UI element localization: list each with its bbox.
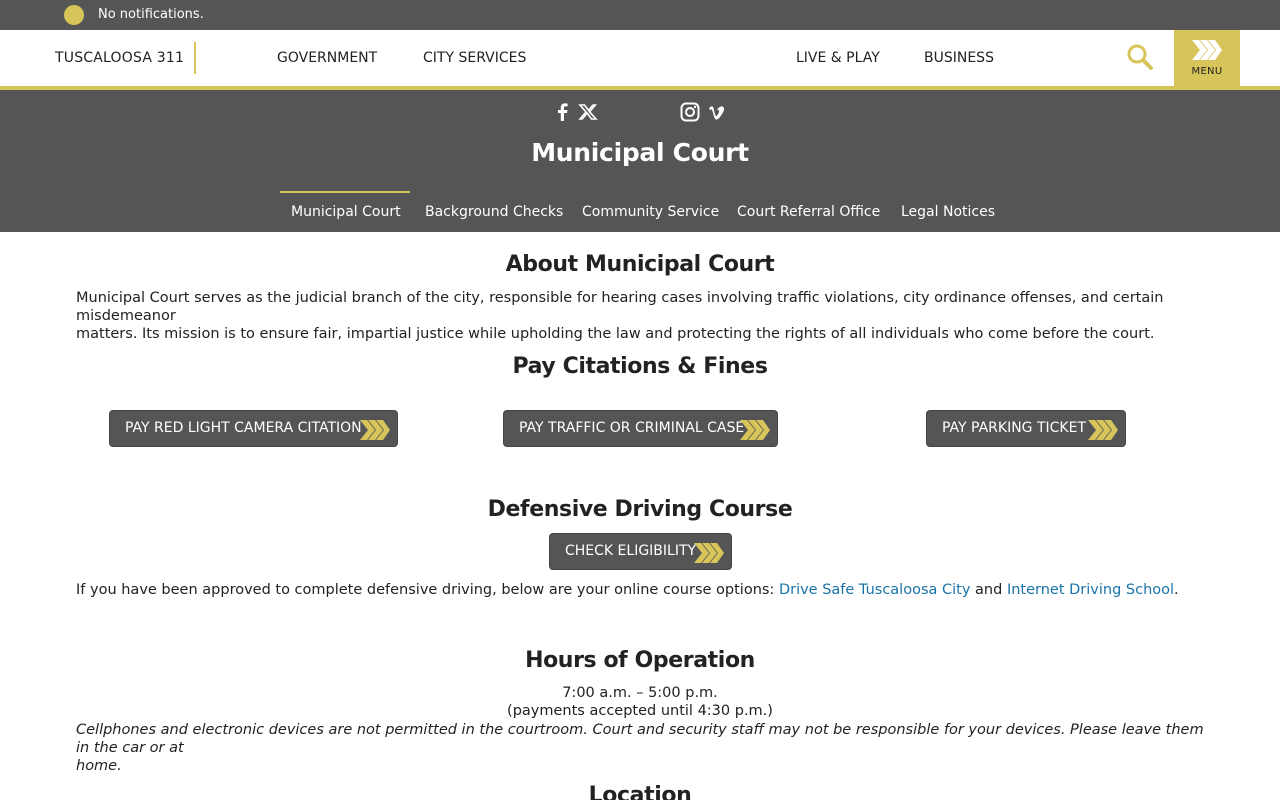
search-icon[interactable] [1126,42,1154,72]
about-line-2: matters. Its mission is to ensure fair, … [76,326,1155,342]
chevrons-icon [740,420,770,444]
menu-label: MENU [1191,66,1223,77]
defensive-period: . [1174,582,1179,598]
chevrons-icon [1088,420,1118,444]
notification-bar: No notifications. [0,0,1280,30]
chevrons-icon [694,543,724,567]
defensive-heading: Defensive Driving Course [487,497,793,522]
brand-link[interactable]: TUSCALOOSA 311 [55,50,184,66]
internet-driving-school-link[interactable]: Internet Driving School [1007,582,1174,598]
menu-button[interactable]: MENU [1174,30,1240,88]
defensive-text: If you have been approved to complete de… [76,582,779,598]
about-paragraph: Municipal Court serves as the judicial b… [76,289,1206,343]
nav-city-services[interactable]: CITY SERVICES [423,50,526,66]
notification-text: No notifications. [98,7,204,22]
subnav-legal-notices[interactable]: Legal Notices [901,204,995,220]
instagram-icon[interactable] [680,102,700,122]
pay-parking-button[interactable]: PAY PARKING TICKET [926,410,1126,447]
subnav-background-checks[interactable]: Background Checks [425,204,563,220]
page-title: Municipal Court [531,138,749,167]
nav-live-play[interactable]: LIVE & PLAY [796,50,880,66]
menu-chevrons-icon [1192,40,1222,64]
subnav-court-referral-office[interactable]: Court Referral Office [737,204,880,220]
nav-government[interactable]: GOVERNMENT [277,50,377,66]
subnav-active-indicator [280,191,410,193]
brand-divider [194,42,196,74]
defensive-paragraph: If you have been approved to complete de… [76,581,1206,599]
facebook-icon[interactable] [553,102,573,122]
vimeo-icon[interactable] [708,102,728,122]
subnav-municipal-court[interactable]: Municipal Court [291,204,401,220]
pay-traffic-criminal-button[interactable]: PAY TRAFFIC OR CRIMINAL CASE [503,410,778,447]
pay-traffic-criminal-label: PAY TRAFFIC OR CRIMINAL CASE [519,420,745,436]
notification-dot-icon[interactable] [64,5,84,25]
pay-heading: Pay Citations & Fines [512,354,768,379]
chevrons-icon [360,420,390,444]
about-heading: About Municipal Court [505,252,775,277]
devices-note-line-2: home. [76,758,122,774]
pay-red-light-button[interactable]: PAY RED LIGHT CAMERA CITATION [109,410,398,447]
devices-note-line-1: Cellphones and electronic devices are no… [76,722,1204,756]
drive-safe-link[interactable]: Drive Safe Tuscaloosa City [779,582,971,598]
hours-payments-note: (payments accepted until 4:30 p.m.) [507,703,773,719]
location-heading: Location [588,783,692,800]
site-header: TUSCALOOSA 311 GOVERNMENT CITY SERVICES … [0,30,1280,88]
defensive-and: and [970,582,1007,598]
check-eligibility-label: CHECK ELIGIBILITY [565,543,697,559]
hero-banner: Municipal Court Municipal Court Backgrou… [0,90,1280,232]
check-eligibility-button[interactable]: CHECK ELIGIBILITY [549,533,732,570]
subnav-community-service[interactable]: Community Service [582,204,719,220]
about-line-1: Municipal Court serves as the judicial b… [76,290,1164,324]
pay-red-light-label: PAY RED LIGHT CAMERA CITATION [125,420,362,436]
hours-time: 7:00 a.m. – 5:00 p.m. [562,685,718,701]
pay-parking-label: PAY PARKING TICKET [942,420,1087,436]
x-icon[interactable] [578,102,598,122]
hours-heading: Hours of Operation [525,648,755,673]
devices-note: Cellphones and electronic devices are no… [76,721,1206,775]
nav-business[interactable]: BUSINESS [924,50,994,66]
